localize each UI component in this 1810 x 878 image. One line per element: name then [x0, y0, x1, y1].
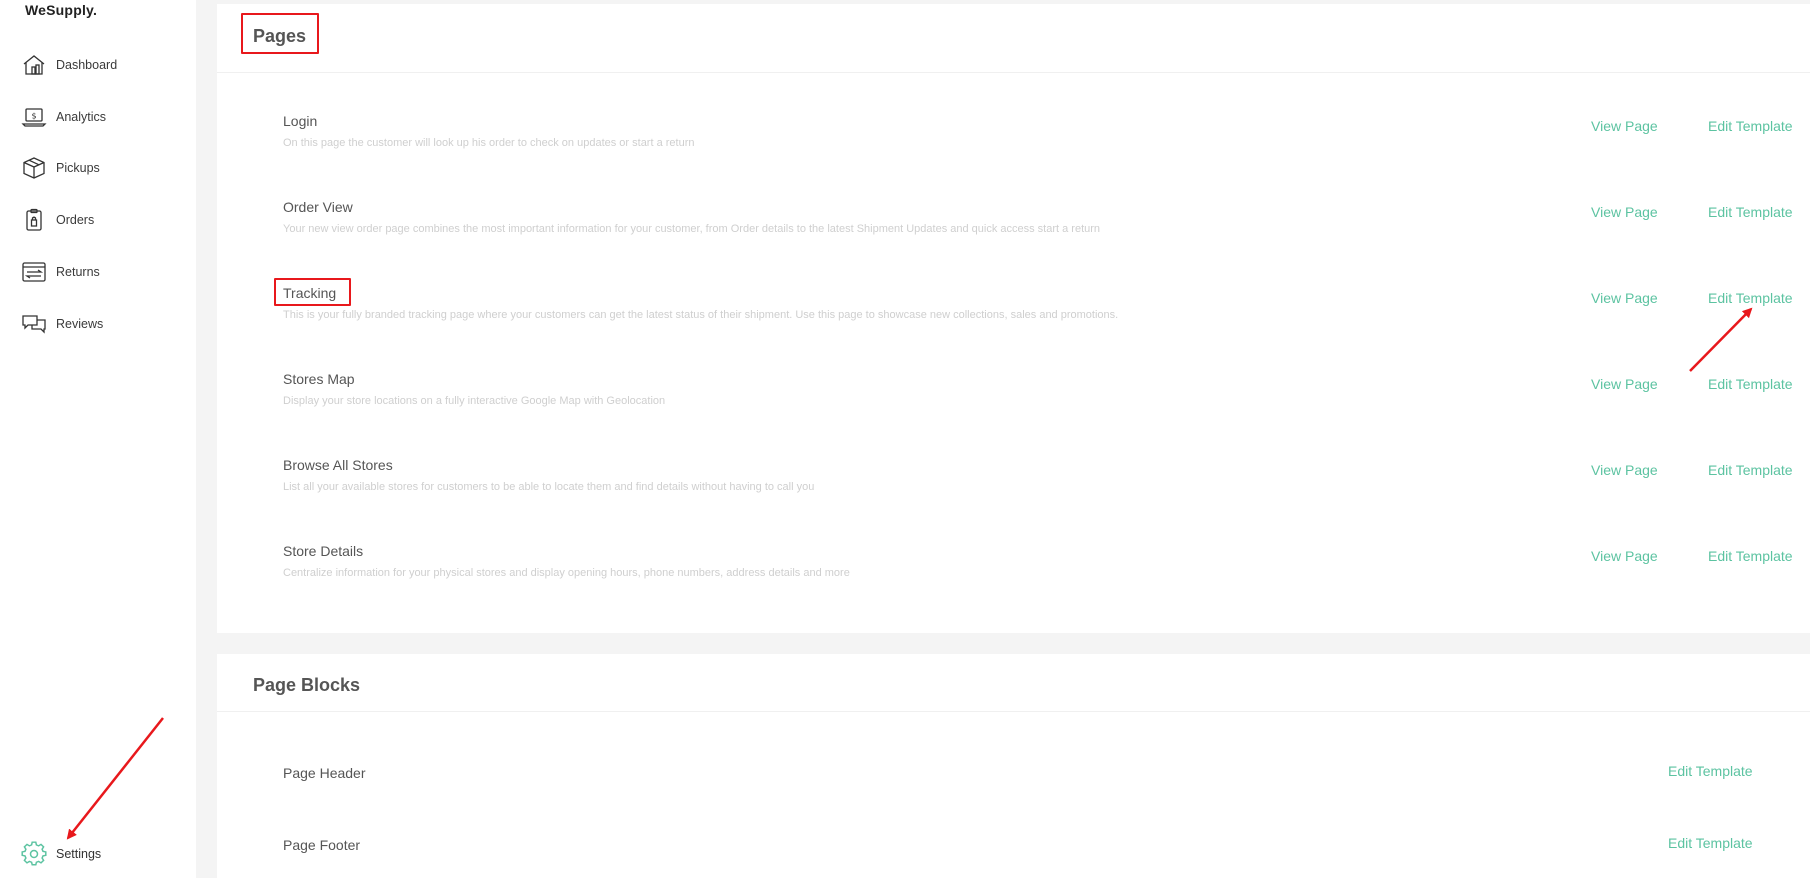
page-row-store-details: Store Details Centralize information for… [283, 543, 1810, 603]
edit-template-link[interactable]: Edit Template [1668, 763, 1753, 779]
sidebar-item-returns[interactable]: Returns [20, 255, 100, 289]
sidebar-item-orders[interactable]: Orders [20, 203, 94, 237]
page-name: Login [283, 113, 318, 129]
page-name: Store Details [283, 543, 364, 559]
pages-section-title: Pages [253, 26, 307, 46]
edit-template-link[interactable]: Edit Template [1708, 290, 1793, 306]
block-row-page-header: Page Header Edit Template [283, 763, 1810, 795]
analytics-icon: $ [20, 103, 48, 131]
page-blocks-section-title: Page Blocks [253, 675, 361, 695]
page-description: Your new view order page combines the mo… [283, 223, 1101, 235]
page-description: Display your store locations on a fully … [283, 395, 666, 407]
orders-icon [20, 206, 48, 234]
block-row-page-footer: Page Footer Edit Template [283, 835, 1810, 867]
block-name: Page Footer [283, 837, 361, 853]
page-row-order-view: Order View Your new view order page comb… [283, 199, 1810, 259]
page-name: Tracking [283, 285, 337, 301]
page-row-stores-map: Stores Map Display your store locations … [283, 371, 1810, 431]
section-divider [217, 711, 1810, 712]
pickups-box-icon [20, 154, 48, 182]
view-page-link[interactable]: View Page [1591, 548, 1658, 564]
returns-icon [20, 258, 48, 286]
reviews-icon [20, 310, 48, 338]
edit-template-link[interactable]: Edit Template [1708, 376, 1793, 392]
page-description: List all your available stores for custo… [283, 481, 815, 493]
page-row-browse-all-stores: Browse All Stores List all your availabl… [283, 457, 1810, 517]
sidebar-item-analytics[interactable]: $ Analytics [20, 100, 106, 134]
page-row-login: Login On this page the customer will loo… [283, 113, 1810, 173]
gear-icon [20, 840, 48, 868]
view-page-link[interactable]: View Page [1591, 376, 1658, 392]
sidebar: WeSupply. Dashboard $ Analytics Pickups … [0, 0, 196, 878]
view-page-link[interactable]: View Page [1591, 204, 1658, 220]
view-page-link[interactable]: View Page [1591, 462, 1658, 478]
edit-template-link[interactable]: Edit Template [1668, 835, 1753, 851]
svg-text:$: $ [31, 112, 36, 121]
sidebar-item-settings[interactable]: Settings [20, 837, 101, 871]
sidebar-item-pickups[interactable]: Pickups [20, 151, 100, 185]
page-name: Order View [283, 199, 353, 215]
page-blocks-card: Page Blocks Page Header Edit Template Pa… [217, 654, 1810, 878]
sidebar-item-label: Settings [56, 847, 102, 861]
view-page-link[interactable]: View Page [1591, 290, 1658, 306]
edit-template-link[interactable]: Edit Template [1708, 204, 1793, 220]
view-page-link[interactable]: View Page [1591, 118, 1658, 134]
sidebar-item-label: Dashboard [56, 58, 118, 72]
page-name: Browse All Stores [283, 457, 393, 473]
sidebar-item-label: Reviews [56, 317, 104, 331]
sidebar-item-label: Returns [56, 265, 100, 279]
page-description: Centralize information for your physical… [283, 567, 850, 579]
brand-logo: WeSupply. [25, 2, 98, 18]
block-name: Page Header [283, 765, 366, 781]
page-description: This is your fully branded tracking page… [283, 309, 1119, 321]
edit-template-link[interactable]: Edit Template [1708, 548, 1793, 564]
section-divider [217, 72, 1810, 73]
pages-card: Pages Login On this page the customer wi… [217, 4, 1810, 633]
sidebar-item-dashboard[interactable]: Dashboard [20, 48, 117, 82]
sidebar-item-reviews[interactable]: Reviews [20, 307, 103, 341]
sidebar-item-label: Analytics [56, 110, 107, 124]
sidebar-item-label: Pickups [56, 161, 100, 175]
edit-template-link[interactable]: Edit Template [1708, 462, 1793, 478]
page-row-tracking: Tracking This is your fully branded trac… [283, 285, 1810, 345]
dashboard-icon [20, 51, 48, 79]
edit-template-link[interactable]: Edit Template [1708, 118, 1793, 134]
page-description: On this page the customer will look up h… [283, 137, 695, 149]
sidebar-item-label: Orders [56, 213, 95, 227]
page-name: Stores Map [283, 371, 355, 387]
